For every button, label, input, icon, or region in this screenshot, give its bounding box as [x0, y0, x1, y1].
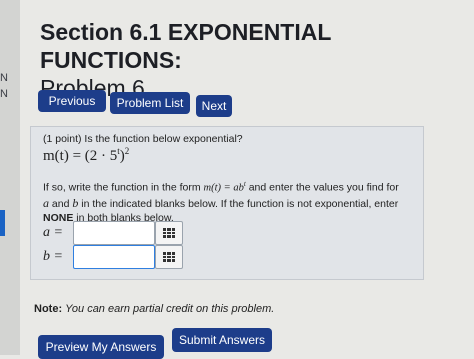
left-sidebar-edge — [0, 0, 20, 355]
problem-instructions: If so, write the function in the form m(… — [43, 177, 419, 225]
keypad-icon — [163, 252, 175, 262]
sidebar-active-marker — [0, 210, 5, 236]
problem-question: (1 point) Is the function below exponent… — [43, 133, 243, 145]
equation-editor-a-button[interactable] — [155, 221, 183, 245]
partial-credit-note: Note: You can earn partial credit on thi… — [34, 303, 274, 315]
function-base: m(t) = (2 · 5 — [43, 148, 118, 164]
keypad-icon — [163, 228, 175, 238]
function-outer-exponent: 2 — [124, 146, 130, 156]
submit-answers-button[interactable]: Submit Answers — [172, 328, 272, 352]
instructions-form: m(t) = ab — [203, 182, 244, 194]
field-a-label: a = — [43, 225, 63, 240]
instructions-text: and — [49, 197, 73, 210]
problem-list-button[interactable]: Problem List — [110, 92, 190, 114]
equation-editor-b-button[interactable] — [155, 245, 183, 269]
page-title: Section 6.1 EXPONENTIAL FUNCTIONS: Probl… — [40, 18, 474, 102]
answer-a-input[interactable] — [73, 221, 155, 245]
previous-button[interactable]: Previous — [38, 90, 106, 112]
instructions-text: If so, write the function in the form — [43, 181, 204, 194]
answer-b-input[interactable] — [73, 245, 155, 269]
none-keyword: NONE — [43, 211, 74, 224]
problem-panel: (1 point) Is the function below exponent… — [30, 126, 424, 280]
instructions-text: in the indicated blanks below. If the fu… — [78, 197, 399, 210]
next-button[interactable]: Next — [196, 95, 232, 117]
note-label: Note: — [34, 303, 63, 315]
field-b-label: b = — [43, 249, 63, 264]
sidebar-text-fragment: N — [0, 88, 8, 100]
instructions-text: and enter the values you find for — [245, 181, 399, 194]
sidebar-text-fragment: N — [0, 72, 8, 84]
note-text: You can earn partial credit on this prob… — [65, 303, 275, 315]
page-title-section: Section 6.1 EXPONENTIAL FUNCTIONS: — [40, 19, 331, 73]
preview-answers-button[interactable]: Preview My Answers — [38, 335, 164, 359]
function-expression: m(t) = (2 · 5t)2 — [43, 146, 129, 165]
